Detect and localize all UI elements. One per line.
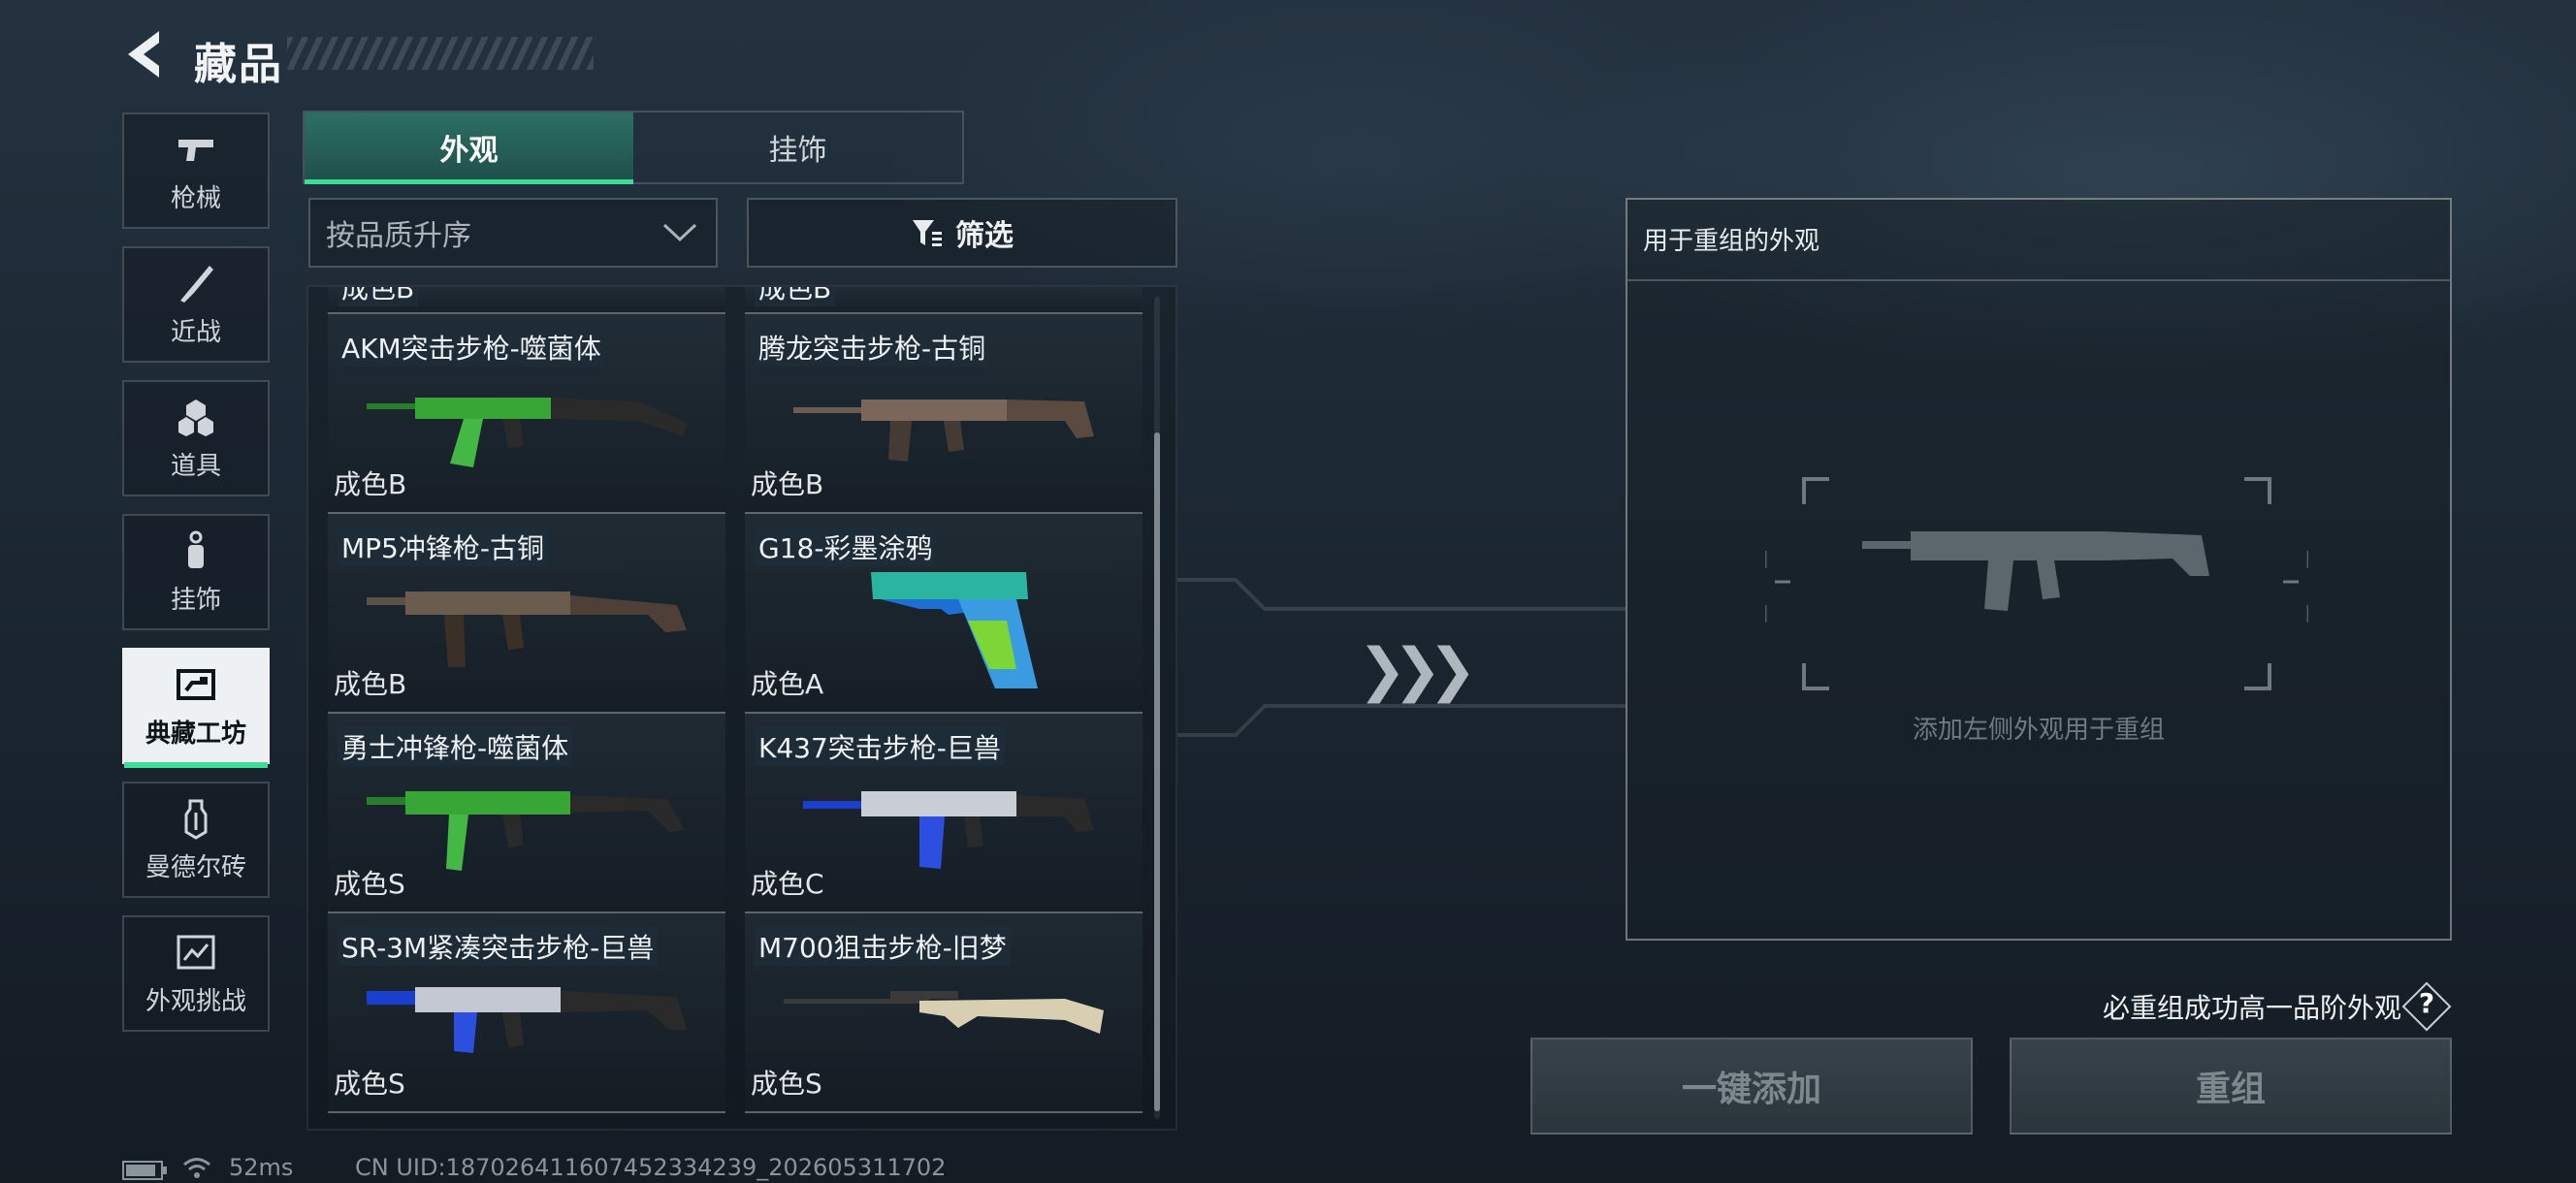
skin-grade: 成色A: [751, 668, 824, 700]
panel-divider: [1627, 279, 2450, 281]
sr3m-rifle-image: [367, 987, 687, 1053]
battery-icon: [122, 1161, 167, 1180]
warrior-smg-image: [367, 791, 685, 871]
skin-name: SR-3M紧凑突击步枪-巨兽: [338, 927, 659, 966]
skin-grid[interactable]: 成色B 成色B AKM突击步枪-噬菌体 成色B 腾龙突击步枪-古铜 成色B MP…: [306, 285, 1177, 1131]
filter-button[interactable]: 筛选: [747, 198, 1177, 268]
akm-rifle-image: [367, 398, 687, 467]
back-button[interactable]: [120, 27, 167, 81]
brick-icon: [184, 799, 208, 840]
sidebar-item-workshop[interactable]: 典藏工坊: [122, 648, 270, 768]
tab-charms[interactable]: 挂饰: [633, 112, 962, 182]
skin-name: 勇士冲锋枪-噬菌体: [338, 727, 573, 766]
skin-card[interactable]: 勇士冲锋枪-噬菌体 成色S: [328, 714, 725, 913]
skin-card[interactable]: SR-3M紧凑突击步枪-巨兽 成色S: [328, 913, 725, 1113]
g18-pistol-image: [871, 572, 1038, 688]
sidebar-item-props[interactable]: 道具: [122, 380, 270, 496]
skin-name: M700狙击步枪-旧梦: [755, 927, 1011, 966]
skin-card-partial[interactable]: 成色B: [328, 287, 725, 314]
pistol-icon: [178, 139, 213, 161]
grid-scrollbar-thumb[interactable]: [1154, 432, 1160, 1111]
tab-appearance[interactable]: 外观: [305, 112, 633, 184]
skin-grade: 成色C: [751, 868, 824, 900]
skin-name: G18-彩墨涂鸦: [755, 528, 937, 566]
empty-slot-rifle-icon[interactable]: [1765, 475, 2308, 698]
sidebar-item-label: 曼德尔砖: [145, 852, 246, 882]
sidebar-item-charms[interactable]: 挂饰: [122, 514, 270, 630]
skin-card[interactable]: G18-彩墨涂鸦 成色A: [745, 514, 1143, 714]
add-all-button[interactable]: 一键添加: [1530, 1038, 1973, 1135]
skin-grade: 成色S: [334, 1068, 405, 1100]
wifi-icon: [183, 1158, 210, 1178]
tenglong-rifle-image: [793, 400, 1094, 462]
sidebar-item-appearance-challenge[interactable]: 外观挑战: [122, 915, 270, 1032]
title-decoration: [287, 37, 594, 70]
sidebar-item-guns[interactable]: 枪械: [122, 112, 270, 229]
sidebar-item-label: 近战: [170, 317, 221, 347]
skin-card[interactable]: MP5冲锋枪-古铜 成色B: [328, 514, 725, 714]
skin-card[interactable]: 腾龙突击步枪-古铜 成色B: [745, 314, 1143, 514]
skin-grade: 成色B: [751, 468, 824, 500]
skin-name: K437突击步枪-巨兽: [755, 727, 1005, 766]
forward-arrows-icon: ❯❯❯: [1358, 636, 1477, 704]
sidebar-item-mandel-brick[interactable]: 曼德尔砖: [122, 782, 270, 898]
skin-card-partial-label: 成色B: [338, 287, 419, 306]
skin-card-partial-label: 成色B: [755, 287, 836, 306]
uid-display: CN UID:187026411607452334239_20260531170…: [355, 1154, 947, 1181]
skin-card[interactable]: AKM突击步枪-噬菌体 成色B: [328, 314, 725, 514]
skin-name: 腾龙突击步枪-古铜: [755, 328, 990, 367]
m700-sniper-image: [784, 991, 1104, 1034]
help-icon: ?: [2418, 987, 2435, 1019]
skin-grade: 成色B: [334, 668, 407, 700]
grenade-icon: [178, 399, 213, 436]
skin-card-partial[interactable]: 成色B: [745, 287, 1143, 314]
ping-display: 52ms: [229, 1154, 294, 1181]
skin-grade: 成色B: [334, 468, 407, 500]
recombine-button[interactable]: 重组: [2010, 1038, 2452, 1135]
sort-selected-value: 按品质升序: [326, 219, 471, 253]
recombine-note: 必重组成功高一品阶外观: [2103, 992, 2402, 1024]
skin-card[interactable]: M700狙击步枪-旧梦 成色S: [745, 913, 1143, 1113]
sidebar-item-label: 典藏工坊: [145, 719, 246, 749]
challenge-icon: [177, 935, 215, 969]
workshop-icon: [177, 668, 215, 700]
filter-icon: [913, 220, 942, 246]
charm-icon: [188, 530, 204, 568]
skin-grade: 成色S: [334, 868, 405, 900]
tab-bar: 外观 挂饰: [303, 111, 964, 184]
page-title: 藏品: [194, 40, 283, 89]
skin-grade: 成色S: [751, 1068, 822, 1100]
sidebar-item-label: 枪械: [170, 183, 221, 213]
k437-rifle-image: [803, 791, 1094, 869]
chevron-down-icon: [662, 223, 697, 242]
back-arrow-icon: [128, 31, 159, 78]
sidebar-item-label: 挂饰: [170, 585, 221, 615]
recombine-panel-title: 用于重组的外观: [1643, 227, 1820, 256]
filter-label: 筛选: [955, 219, 1014, 253]
sidebar-item-label: 外观挑战: [145, 986, 246, 1016]
sidebar-item-label: 道具: [170, 451, 221, 481]
recombine-hint: 添加左侧外观用于重组: [1912, 716, 2165, 745]
skin-name: AKM突击步枪-噬菌体: [338, 328, 605, 367]
mp5-smg-image: [367, 592, 687, 667]
skin-card[interactable]: K437突击步枪-巨兽 成色C: [745, 714, 1143, 913]
skin-name: MP5冲锋枪-古铜: [338, 528, 548, 566]
knife-icon: [180, 265, 213, 303]
sidebar-item-melee[interactable]: 近战: [122, 246, 270, 363]
sort-dropdown[interactable]: 按品质升序: [308, 198, 718, 268]
